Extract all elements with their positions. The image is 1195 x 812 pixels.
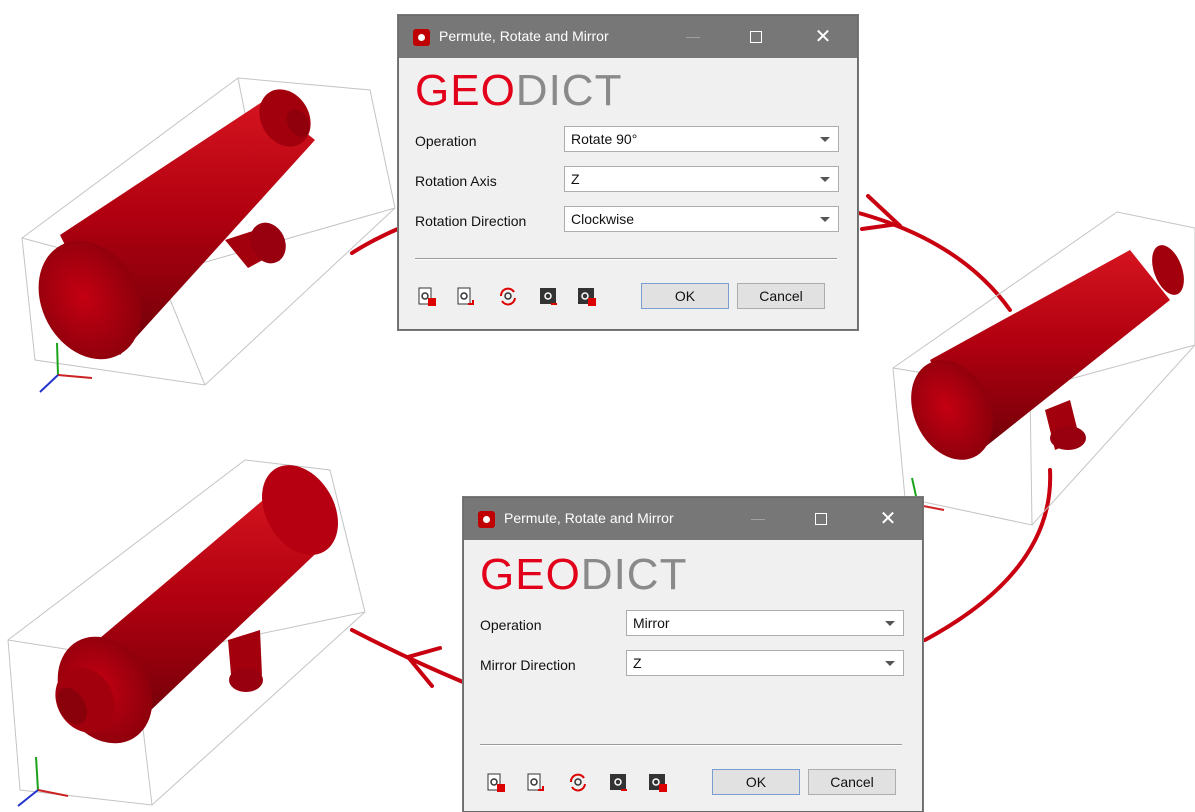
settings-lock-icon[interactable] <box>577 286 597 308</box>
cancel-button[interactable]: Cancel <box>808 769 896 795</box>
divider <box>480 744 902 746</box>
chevron-down-icon <box>885 621 895 626</box>
rotation-direction-label: Rotation Direction <box>415 213 527 229</box>
operation-select[interactable]: Rotate 90° <box>564 126 839 152</box>
save-settings-icon[interactable] <box>526 772 546 794</box>
reset-settings-icon[interactable] <box>568 772 588 794</box>
cancel-button[interactable]: Cancel <box>737 283 825 309</box>
close-button[interactable]: ✕ <box>870 506 906 532</box>
ok-button[interactable]: OK <box>712 769 800 795</box>
reset-settings-icon[interactable] <box>498 286 518 308</box>
chevron-down-icon <box>820 177 830 182</box>
rotation-direction-select[interactable]: Clockwise <box>564 206 839 232</box>
operation-label: Operation <box>415 133 477 149</box>
axis-gizmo-bottom-left <box>17 756 69 807</box>
operation-select[interactable]: Mirror <box>626 610 904 636</box>
model-right <box>892 211 1195 526</box>
dialog-rotate: Permute, Rotate and Mirror ✕ GEODICT Ope… <box>398 15 858 330</box>
chevron-down-icon <box>820 137 830 142</box>
save-settings-icon[interactable] <box>456 286 476 308</box>
title-bar[interactable]: Permute, Rotate and Mirror ✕ <box>464 498 922 540</box>
operation-label: Operation <box>480 617 542 633</box>
settings-lock-icon[interactable] <box>648 772 668 794</box>
title-bar[interactable]: Permute, Rotate and Mirror ✕ <box>399 16 857 58</box>
mirror-direction-label: Mirror Direction <box>480 657 576 673</box>
chevron-down-icon <box>885 661 895 666</box>
rotation-axis-select[interactable]: Z <box>564 166 839 192</box>
ok-button[interactable]: OK <box>641 283 729 309</box>
arrowhead-top-right <box>860 194 903 231</box>
geodict-logo: GEODICT <box>415 66 623 115</box>
minimize-button[interactable] <box>675 24 711 50</box>
close-button[interactable]: ✕ <box>805 24 841 50</box>
arc-top-left <box>350 226 402 255</box>
rotation-axis-label: Rotation Axis <box>415 173 497 189</box>
chevron-down-icon <box>820 217 830 222</box>
geodict-app-icon <box>478 511 495 528</box>
geodict-logo: GEODICT <box>480 550 688 599</box>
window-title: Permute, Rotate and Mirror <box>504 510 674 526</box>
load-settings-icon[interactable] <box>417 286 437 308</box>
mirror-direction-select[interactable]: Z <box>626 650 904 676</box>
model-bottom-left <box>7 459 366 807</box>
record-macro-icon[interactable] <box>539 286 559 308</box>
window-title: Permute, Rotate and Mirror <box>439 28 609 44</box>
dialog-mirror: Permute, Rotate and Mirror ✕ GEODICT Ope… <box>463 497 923 812</box>
record-macro-icon[interactable] <box>609 772 629 794</box>
load-settings-icon[interactable] <box>486 772 506 794</box>
divider <box>415 258 837 260</box>
minimize-button[interactable] <box>740 506 776 532</box>
geodict-app-icon <box>413 29 430 46</box>
maximize-button[interactable] <box>738 24 774 50</box>
model-top-left <box>21 77 396 393</box>
maximize-button[interactable] <box>803 506 839 532</box>
